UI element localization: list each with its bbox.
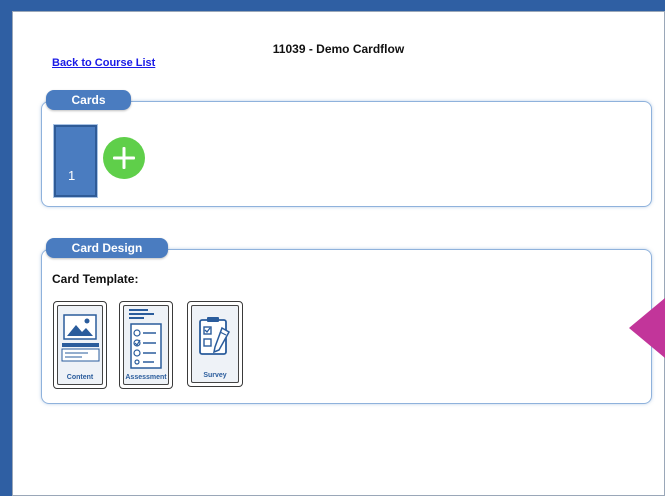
back-to-course-list-link[interactable]: Back to Course List: [52, 57, 155, 69]
card-design-panel: Card Design Card Template: Content Asses…: [41, 238, 652, 404]
template-content-frame: Content: [57, 305, 103, 385]
template-survey-caption: Survey: [203, 372, 227, 379]
template-survey-button[interactable]: Survey: [187, 301, 243, 387]
template-content-button[interactable]: Content: [53, 301, 107, 389]
add-card-button[interactable]: [103, 137, 145, 179]
template-assessment-frame: Assessment: [123, 305, 169, 385]
card-thumbnail[interactable]: 1: [53, 124, 98, 198]
template-content-caption: Content: [66, 374, 94, 381]
cards-panel-tab: Cards: [46, 90, 131, 110]
cards-panel: Cards 1: [41, 90, 652, 207]
template-survey-frame: Survey: [191, 305, 239, 383]
template-assessment-button[interactable]: Assessment: [119, 301, 173, 389]
card-design-panel-tab: Card Design: [46, 238, 168, 258]
main-page: 11039 - Demo Cardflow Back to Course Lis…: [12, 11, 665, 496]
card-number: 1: [68, 168, 76, 183]
plus-icon: [113, 147, 135, 169]
card-template-label: Card Template:: [52, 272, 139, 286]
pointer-arrow-icon: [629, 298, 665, 358]
template-assessment-caption: Assessment: [125, 374, 167, 381]
page-title: 11039 - Demo Cardflow: [272, 42, 405, 56]
